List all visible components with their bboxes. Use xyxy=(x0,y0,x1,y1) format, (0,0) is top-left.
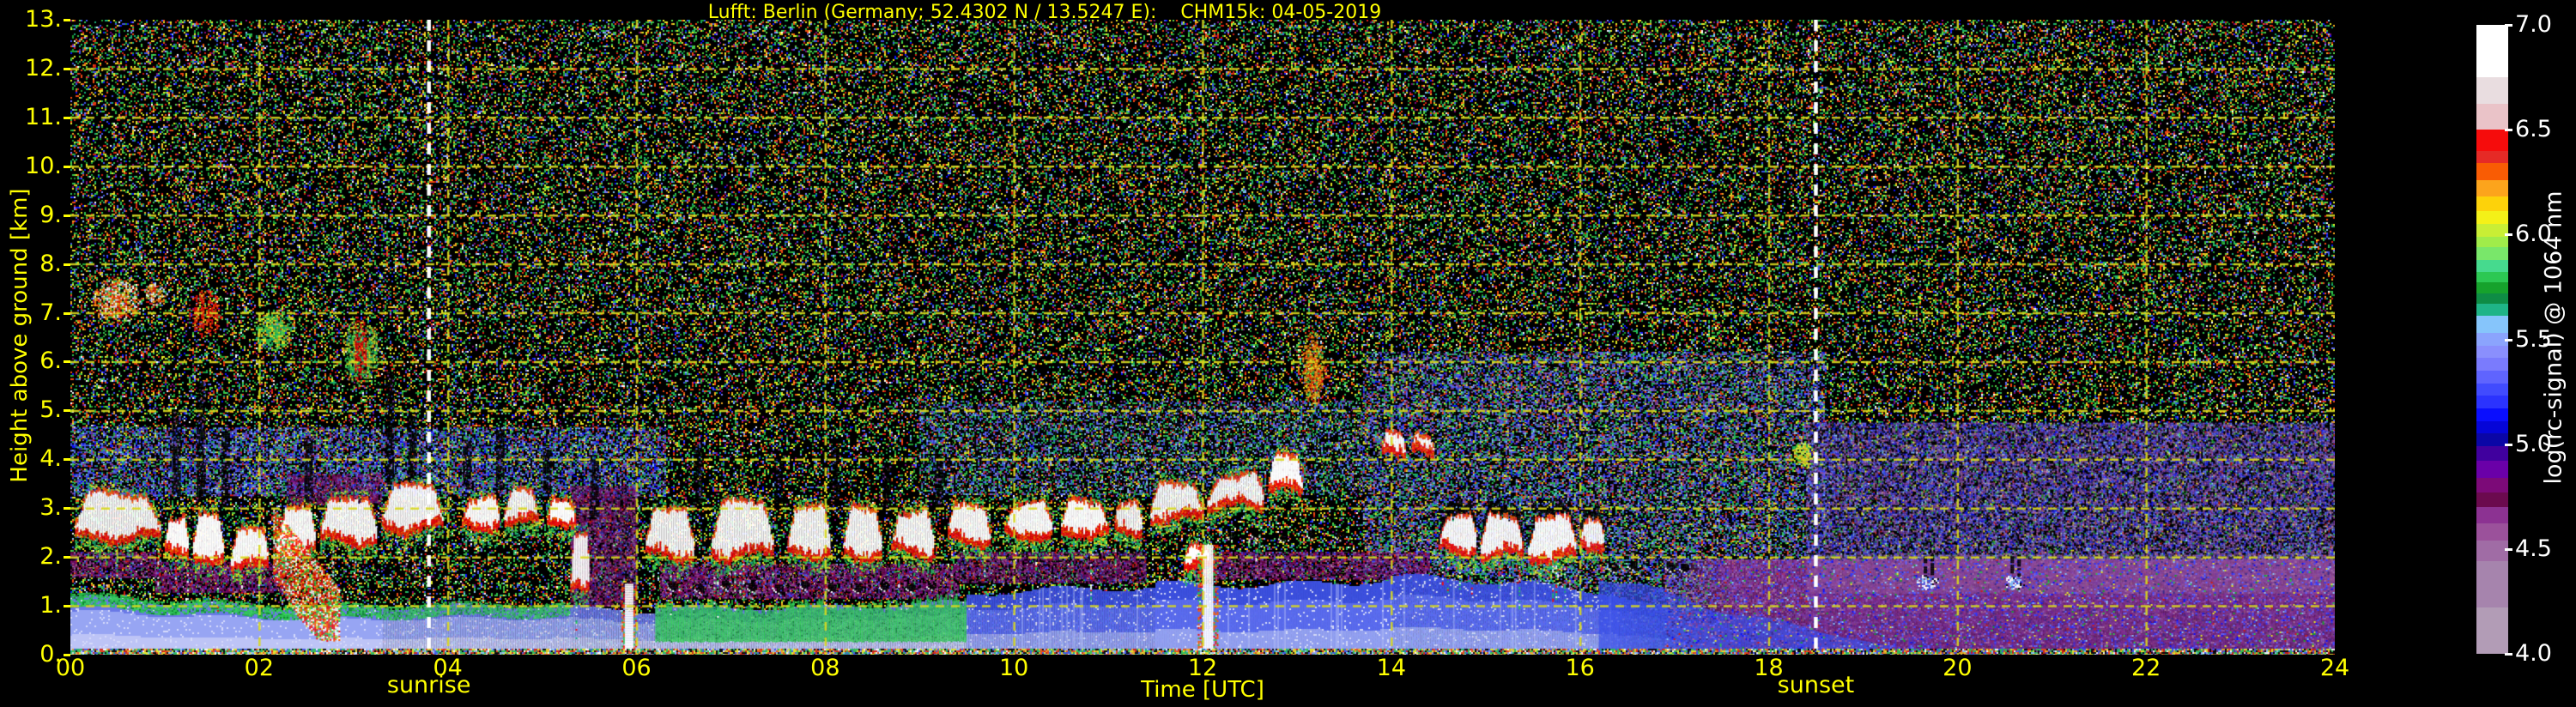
x-tick-label: 00 xyxy=(55,655,86,681)
y-tick-mark xyxy=(64,605,70,608)
colorbar-tick-label: 5.5 xyxy=(2515,325,2552,353)
y-tick-label: 2. xyxy=(39,543,62,571)
y-tick-mark xyxy=(64,67,70,70)
y-tick-label: 5. xyxy=(39,396,62,424)
colorbar-tick-label: 5.0 xyxy=(2515,430,2552,457)
y-tick-label: 9. xyxy=(39,201,62,228)
colorbar-block xyxy=(2476,461,2508,478)
y-tick-label: 3. xyxy=(39,494,62,522)
y-tick-label: 7. xyxy=(39,299,62,326)
x-tick-label: 16 xyxy=(1565,655,1595,681)
colorbar-tick-label: 4.0 xyxy=(2515,640,2552,667)
colorbar-tick-mark xyxy=(2505,24,2512,27)
y-tick-mark xyxy=(64,458,70,462)
colorbar-block xyxy=(2476,316,2508,333)
y-tick-label: 13. xyxy=(25,6,62,33)
backscatter-heatmap xyxy=(70,20,2335,655)
colorbar-tick-mark xyxy=(2505,129,2512,132)
x-tick-label: 02 xyxy=(244,655,274,681)
x-tick-label: 06 xyxy=(621,655,652,681)
colorbar-block xyxy=(2476,25,2508,78)
colorbar-block xyxy=(2476,506,2508,524)
y-tick-label: 12. xyxy=(25,54,62,82)
colorbar-tick-label: 6.5 xyxy=(2515,116,2552,143)
colorbar-block xyxy=(2476,272,2508,283)
colorbar-block xyxy=(2476,420,2508,434)
y-tick-mark xyxy=(64,116,70,119)
y-tick-label: 1. xyxy=(39,592,62,619)
colorbar-block xyxy=(2476,492,2508,507)
colorbar-block xyxy=(2476,150,2508,164)
colorbar-tick-label: 6.0 xyxy=(2515,221,2552,248)
colorbar-block xyxy=(2476,477,2508,492)
colorbar-block xyxy=(2476,523,2508,541)
colorbar-block xyxy=(2476,607,2508,654)
ceilometer-quicklook-figure: Lufft: Berlin (Germany; 52.4302 N / 13.5… xyxy=(0,0,2576,707)
colorbar-block xyxy=(2476,224,2508,237)
colorbar-block xyxy=(2476,408,2508,421)
colorbar-block xyxy=(2476,196,2508,212)
y-tick-mark xyxy=(64,556,70,559)
colorbar-block xyxy=(2476,358,2508,371)
colorbar-block xyxy=(2476,103,2508,130)
x-tick-label: 14 xyxy=(1376,655,1406,681)
colorbar-block xyxy=(2476,282,2508,293)
colorbar-block xyxy=(2476,333,2508,346)
y-tick-mark xyxy=(64,165,70,168)
colorbar-tick-mark xyxy=(2505,233,2512,237)
colorbar-block xyxy=(2476,293,2508,304)
colorbar-block xyxy=(2476,445,2508,461)
colorbar-tick-mark xyxy=(2505,443,2512,446)
colorbar-tick-label: 4.5 xyxy=(2515,535,2552,562)
x-tick-label: 12 xyxy=(1187,655,1218,681)
x-tick-label: 08 xyxy=(810,655,840,681)
y-tick-mark xyxy=(64,360,70,364)
colorbar-block xyxy=(2476,345,2508,359)
x-tick-label: 24 xyxy=(2319,655,2350,681)
y-tick-label: 4. xyxy=(39,445,62,473)
colorbar-tick-mark xyxy=(2505,547,2512,551)
colorbar-block xyxy=(2476,163,2508,180)
x-tick-label: 04 xyxy=(433,655,463,681)
colorbar-block xyxy=(2476,179,2508,197)
x-tick-label: 20 xyxy=(1943,655,1973,681)
colorbar-block xyxy=(2476,259,2508,273)
colorbar-tick-label: 7.0 xyxy=(2515,11,2552,38)
colorbar-block xyxy=(2476,396,2508,408)
y-tick-mark xyxy=(64,263,70,266)
y-tick-label: 11. xyxy=(25,103,62,130)
y-tick-mark xyxy=(64,214,70,217)
colorbar-block xyxy=(2476,246,2508,260)
colorbar-block xyxy=(2476,211,2508,225)
colorbar-block xyxy=(2476,77,2508,104)
colorbar-block xyxy=(2476,303,2508,317)
colorbar-tick-mark xyxy=(2505,338,2512,341)
y-tick-label: 8. xyxy=(39,250,62,277)
colorbar xyxy=(2476,25,2508,654)
x-tick-label: 22 xyxy=(2131,655,2161,681)
colorbar-block xyxy=(2476,130,2508,151)
colorbar-block xyxy=(2476,383,2508,396)
y-tick-label: 6. xyxy=(39,347,62,375)
x-tick-label: 10 xyxy=(998,655,1029,681)
colorbar-block xyxy=(2476,236,2508,247)
y-tick-mark xyxy=(64,311,70,315)
x-tick-label: 18 xyxy=(1754,655,1784,681)
colorbar-block xyxy=(2476,540,2508,562)
colorbar-block xyxy=(2476,561,2508,607)
colorbar-block xyxy=(2476,370,2508,384)
colorbar-block xyxy=(2476,433,2508,446)
colorbar-tick-mark xyxy=(2505,653,2512,656)
y-tick-mark xyxy=(64,507,70,511)
y-tick-mark xyxy=(64,19,70,21)
y-tick-label: 10. xyxy=(25,152,62,179)
y-tick-mark xyxy=(64,409,70,413)
